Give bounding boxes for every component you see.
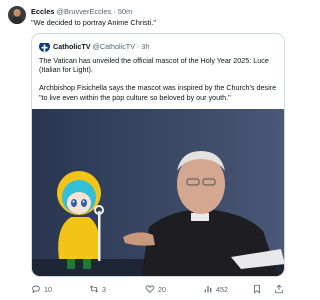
quote-author-avatar[interactable] (39, 41, 50, 52)
author-name[interactable]: Eccles (31, 7, 54, 16)
tweet-time[interactable]: 50m (118, 7, 132, 16)
quote-header: CatholicTV @CatholicTV · 3h (53, 42, 149, 51)
header-separator: · (113, 7, 116, 16)
reply-icon (32, 285, 40, 294)
quote-paragraph: Archbishop Fisichella says the mascot wa… (39, 83, 277, 102)
action-bar: 10 3 20 452 (31, 283, 285, 295)
quote-paragraph: The Vatican has unveiled the official ma… (39, 56, 269, 75)
tweet-header: Eccles @BruvverEccles · 50m (31, 7, 132, 16)
reply-count: 10 (44, 284, 52, 294)
author-avatar[interactable] (8, 6, 26, 24)
repost-button[interactable]: 3 (89, 283, 106, 295)
quote-separator: · (137, 42, 140, 51)
quote-media-image[interactable] (32, 109, 284, 276)
bookmark-button[interactable] (252, 283, 265, 295)
tweet-text: "We decided to portray Anime Christi." (31, 18, 157, 27)
bookmark-icon (254, 284, 260, 294)
quote-time[interactable]: 3h (141, 42, 149, 51)
share-icon (275, 284, 283, 294)
quote-author-name[interactable]: CatholicTV (53, 42, 91, 51)
views-count: 452 (216, 284, 228, 294)
like-button[interactable]: 20 (145, 283, 166, 295)
quote-text: The Vatican has unveiled the official ma… (39, 56, 283, 111)
repost-count: 3 (102, 284, 106, 294)
quote-author-handle[interactable]: @CatholicTV (93, 42, 135, 51)
views-button[interactable]: 452 (203, 283, 228, 295)
quote-tweet[interactable]: CatholicTV @CatholicTV · 3h The Vatican … (31, 33, 285, 277)
heart-icon (145, 285, 155, 293)
views-icon (204, 286, 212, 293)
repost-icon (89, 285, 99, 293)
like-count: 20 (158, 284, 166, 294)
tweet[interactable]: Eccles @BruvverEccles · 50m "We decided … (0, 0, 292, 300)
author-handle[interactable]: @BruvverEccles (57, 7, 112, 16)
share-button[interactable] (274, 283, 287, 295)
reply-button[interactable]: 10 (31, 283, 52, 295)
